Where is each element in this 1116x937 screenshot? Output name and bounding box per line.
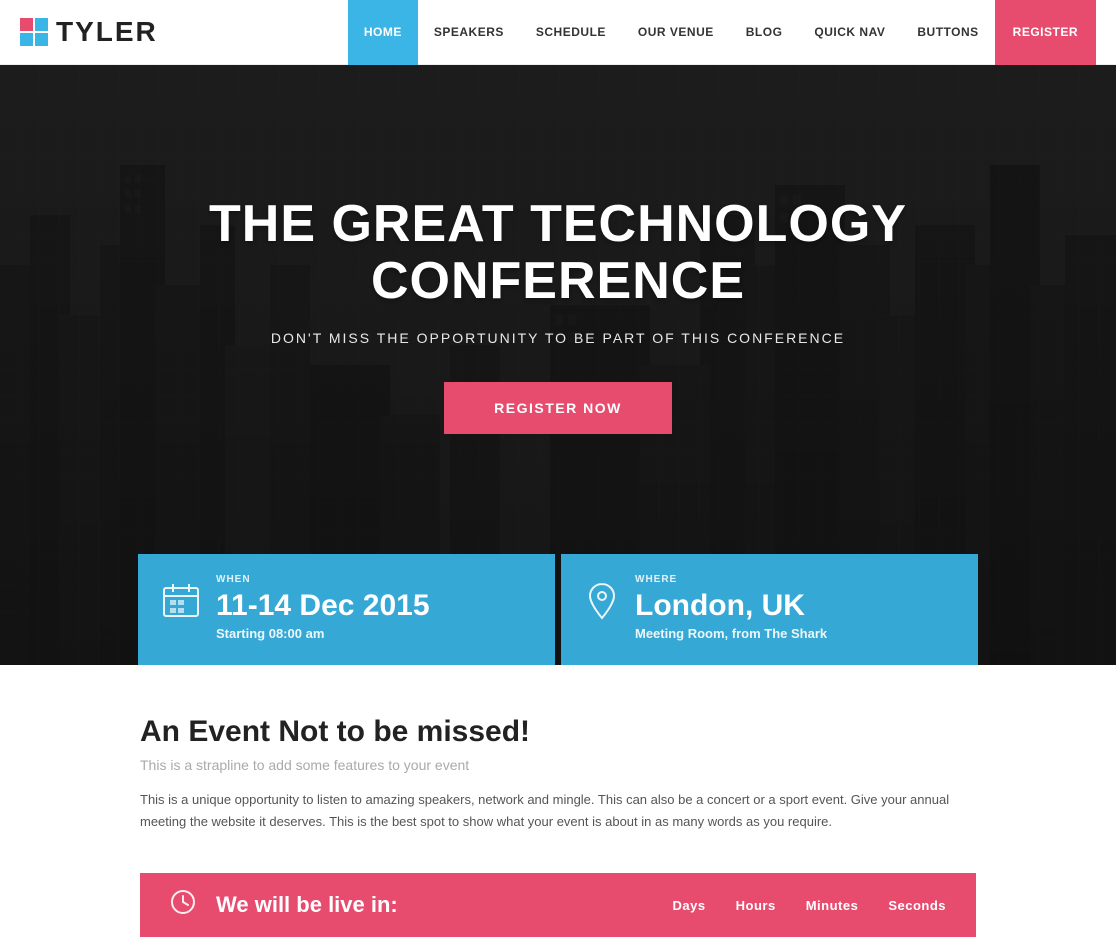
hero-content: THE GREAT TECHNOLOGY CONFERENCE DON'T MI… [0, 196, 1116, 434]
countdown-label: We will be live in: [216, 892, 653, 918]
header: TYLER HOME SPEAKERS SCHEDULE OUR VENUE B… [0, 0, 1116, 65]
clock-icon [170, 889, 196, 921]
body-section: An Event Not to be missed! This is a str… [0, 665, 1116, 937]
calendar-icon [162, 582, 200, 628]
event-description: This is a unique opportunity to listen t… [140, 789, 976, 833]
where-label: WHERE [635, 574, 827, 585]
where-sub: Meeting Room, from The Shark [635, 626, 827, 641]
logo-text: TYLER [56, 16, 158, 48]
nav-register[interactable]: REGISTER [995, 0, 1096, 65]
register-now-button[interactable]: REGISTER NOW [444, 382, 672, 434]
where-box: WHERE London, UK Meeting Room, from The … [561, 554, 978, 665]
countdown-hours: Hours [736, 898, 776, 913]
nav-blog[interactable]: BLOG [730, 0, 799, 65]
hero-subtitle: DON'T MISS THE OPPORTUNITY TO BE PART OF… [40, 330, 1076, 346]
countdown-units: Days Hours Minutes Seconds [673, 898, 946, 913]
main-nav: HOME SPEAKERS SCHEDULE OUR VENUE BLOG QU… [348, 0, 1096, 65]
nav-speakers[interactable]: SPEAKERS [418, 0, 520, 65]
when-content: WHEN 11-14 Dec 2015 Starting 08:00 am [216, 574, 430, 641]
nav-home[interactable]: HOME [348, 0, 418, 65]
nav-buttons[interactable]: BUTTONS [901, 0, 994, 65]
hero-title: THE GREAT TECHNOLOGY CONFERENCE [40, 196, 1076, 310]
where-content: WHERE London, UK Meeting Room, from The … [635, 574, 827, 641]
when-label: WHEN [216, 574, 430, 585]
when-date: 11-14 Dec 2015 [216, 589, 430, 622]
where-city: London, UK [635, 589, 827, 622]
countdown-days: Days [673, 898, 706, 913]
logo: TYLER [20, 16, 158, 48]
info-boxes: WHEN 11-14 Dec 2015 Starting 08:00 am WH… [138, 554, 978, 665]
nav-venue[interactable]: OUR VENUE [622, 0, 730, 65]
countdown-bar: We will be live in: Days Hours Minutes S… [140, 873, 976, 937]
location-icon [585, 582, 619, 628]
countdown-seconds: Seconds [888, 898, 946, 913]
nav-quicknav[interactable]: QUICK NAV [798, 0, 901, 65]
when-box: WHEN 11-14 Dec 2015 Starting 08:00 am [138, 554, 555, 665]
countdown-minutes: Minutes [806, 898, 859, 913]
when-sub: Starting 08:00 am [216, 626, 430, 641]
event-strapline: This is a strapline to add some features… [140, 757, 976, 773]
hero-section: THE GREAT TECHNOLOGY CONFERENCE DON'T MI… [0, 65, 1116, 665]
nav-schedule[interactable]: SCHEDULE [520, 0, 622, 65]
logo-icon [20, 18, 48, 46]
event-title: An Event Not to be missed! [140, 715, 976, 749]
